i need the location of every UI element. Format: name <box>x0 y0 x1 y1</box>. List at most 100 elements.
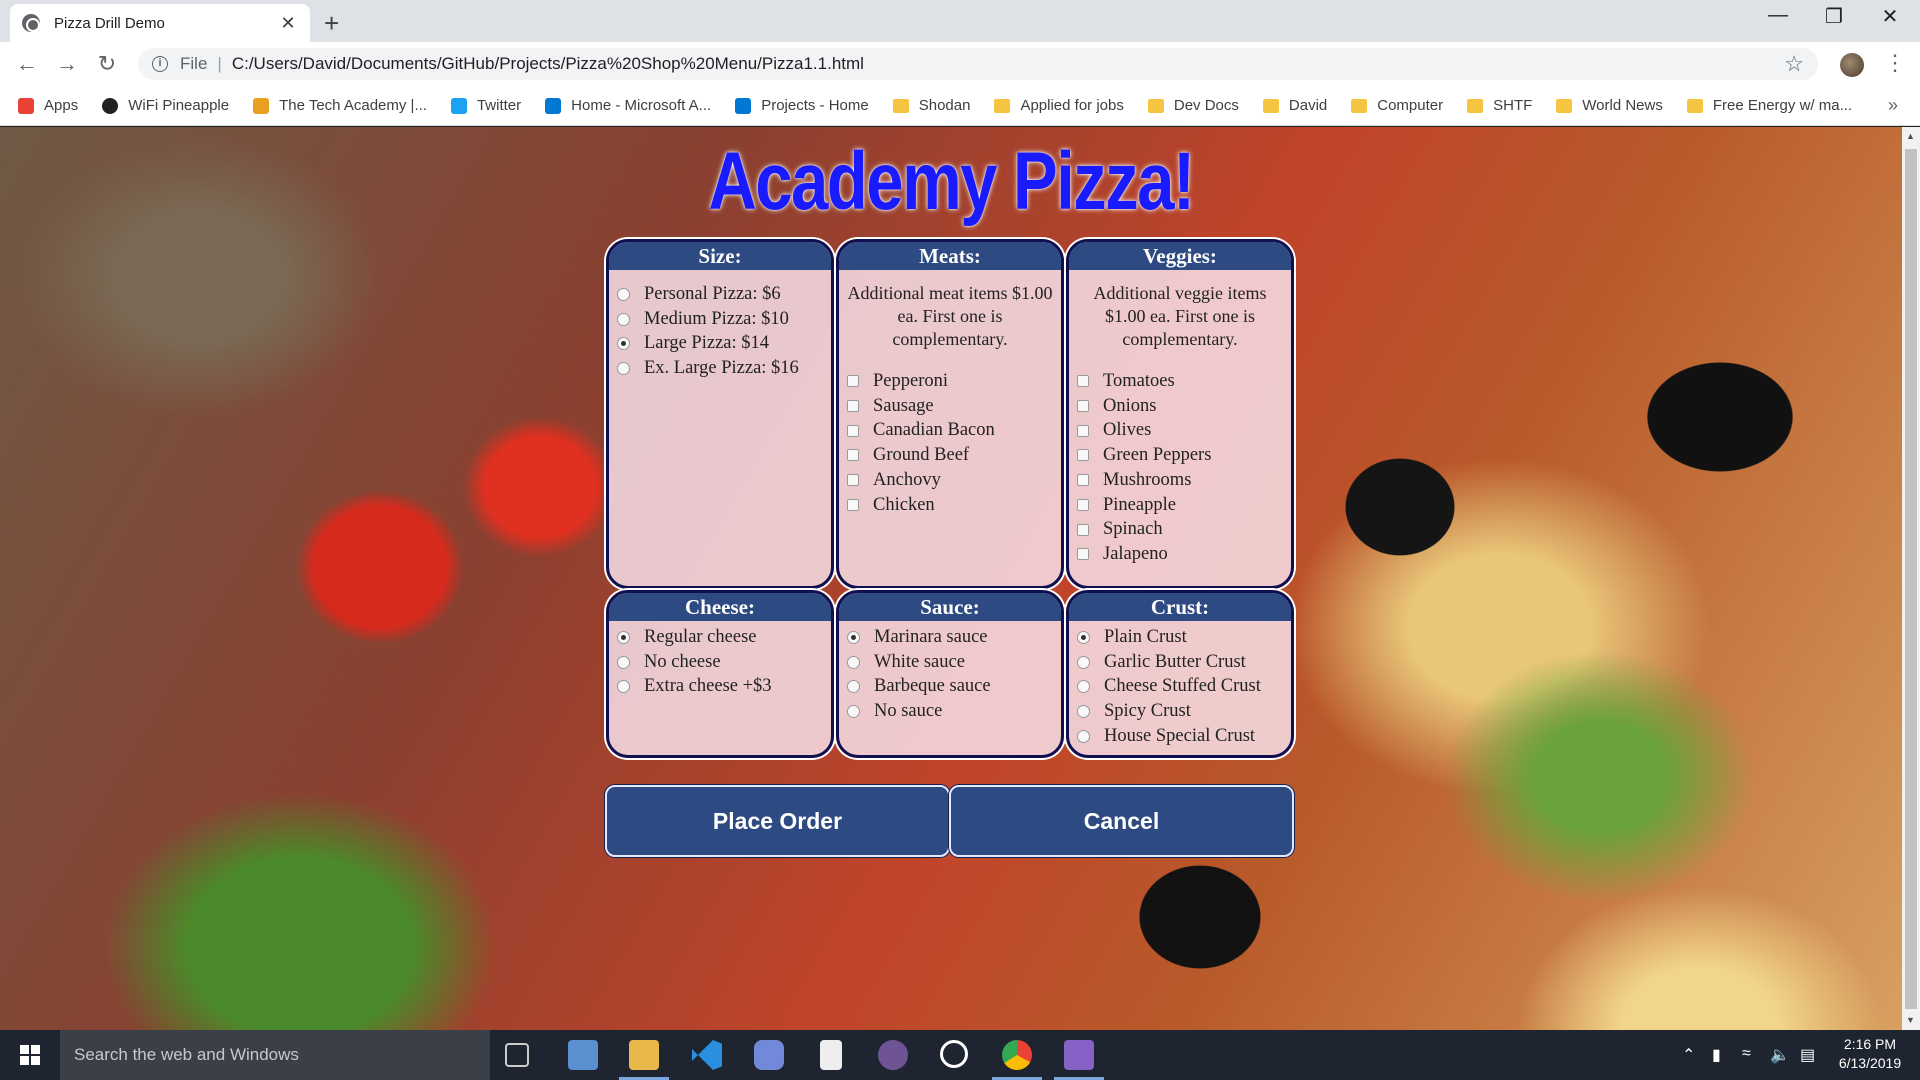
start-button[interactable] <box>0 1030 60 1080</box>
profile-avatar[interactable] <box>1840 53 1864 77</box>
bookmark-item[interactable]: The Tech Academy |... <box>253 97 427 114</box>
meat-option[interactable]: Sausage <box>839 394 1061 419</box>
bookmark-item[interactable]: Dev Docs <box>1147 97 1239 114</box>
window-close-icon[interactable]: ✕ <box>1870 4 1910 29</box>
discord-icon[interactable] <box>754 1040 784 1070</box>
veggie-checkbox[interactable] <box>1077 548 1089 561</box>
bookmark-item[interactable]: Applied for jobs <box>994 97 1124 114</box>
meat-checkbox[interactable] <box>847 375 859 388</box>
browser-tab[interactable]: Pizza Drill Demo ✕ <box>10 4 310 42</box>
veggie-option[interactable]: Tomatoes <box>1069 369 1291 394</box>
size-option[interactable]: Ex. Large Pizza: $16 <box>609 356 831 381</box>
meat-checkbox[interactable] <box>847 474 859 487</box>
cheese-option[interactable]: Extra cheese +$3 <box>609 674 831 699</box>
veggie-checkbox[interactable] <box>1077 523 1089 536</box>
wifi-icon[interactable]: ≈ <box>1742 1045 1751 1063</box>
visual-studio-icon[interactable] <box>1064 1040 1094 1070</box>
size-option[interactable]: Large Pizza: $14 <box>609 331 831 356</box>
minimize-icon[interactable]: — <box>1758 4 1798 27</box>
close-tab-icon[interactable]: ✕ <box>278 13 298 34</box>
veggie-option[interactable]: Mushrooms <box>1069 468 1291 493</box>
veggie-option[interactable]: Spinach <box>1069 517 1291 542</box>
bookmark-item[interactable]: Home - Microsoft A... <box>545 97 711 114</box>
cheese-radio[interactable] <box>617 655 630 669</box>
vscode-icon[interactable] <box>692 1040 722 1070</box>
sauce-radio[interactable] <box>847 630 860 644</box>
reload-icon[interactable]: ↻ <box>92 50 122 78</box>
meat-checkbox[interactable] <box>847 498 859 511</box>
sauce-radio[interactable] <box>847 655 860 669</box>
sauce-option[interactable]: Barbeque sauce <box>839 674 1061 699</box>
sauce-option[interactable]: Marinara sauce <box>839 625 1061 650</box>
veggie-option[interactable]: Jalapeno <box>1069 542 1291 567</box>
size-radio[interactable] <box>617 361 630 375</box>
size-option[interactable]: Personal Pizza: $6 <box>609 282 831 307</box>
veggie-option[interactable]: Green Peppers <box>1069 443 1291 468</box>
size-radio[interactable] <box>617 312 630 326</box>
system-clock[interactable]: 2:16 PM 6/13/2019 <box>1820 1035 1920 1073</box>
size-option[interactable]: Medium Pizza: $10 <box>609 307 831 332</box>
crust-option[interactable]: Spicy Crust <box>1069 699 1291 724</box>
meat-option[interactable]: Ground Beef <box>839 443 1061 468</box>
page-scrollbar[interactable]: ▲ ▼ <box>1902 127 1920 1030</box>
url-text[interactable]: C:/Users/David/Documents/GitHub/Projects… <box>232 54 1784 74</box>
crust-option[interactable]: Plain Crust <box>1069 625 1291 650</box>
sauce-radio[interactable] <box>847 704 860 718</box>
people-icon[interactable] <box>568 1040 598 1070</box>
bookmark-item[interactable]: Computer <box>1351 97 1443 114</box>
restore-icon[interactable]: ❐ <box>1814 4 1854 29</box>
veggie-checkbox[interactable] <box>1077 424 1089 437</box>
bookmark-item[interactable]: WiFi Pineapple <box>102 97 229 114</box>
info-icon[interactable]: i <box>152 56 168 72</box>
bookmark-item[interactable]: Free Energy w/ ma... <box>1686 97 1852 114</box>
bookmark-item[interactable]: Apps <box>18 97 78 114</box>
meat-option[interactable]: Canadian Bacon <box>839 418 1061 443</box>
veggie-checkbox[interactable] <box>1077 449 1089 462</box>
bookmark-item[interactable]: David <box>1262 97 1327 114</box>
menu-dots-icon[interactable]: ⋮ <box>1884 50 1906 76</box>
task-view-icon[interactable] <box>505 1043 529 1067</box>
crust-radio[interactable] <box>1077 704 1090 718</box>
veggie-option[interactable]: Onions <box>1069 394 1291 419</box>
address-bar[interactable]: i File | C:/Users/David/Documents/GitHub… <box>138 48 1818 80</box>
chrome-icon[interactable] <box>1002 1040 1032 1070</box>
crust-option[interactable]: Cheese Stuffed Crust <box>1069 674 1291 699</box>
bookmark-item[interactable]: Projects - Home <box>735 97 869 114</box>
volume-icon[interactable]: 🔈 <box>1770 1045 1790 1065</box>
battery-icon[interactable]: ▮ <box>1712 1045 1721 1065</box>
cheese-radio[interactable] <box>617 630 630 644</box>
bookmark-item[interactable]: Twitter <box>450 97 521 114</box>
back-arrow-icon[interactable]: ← <box>12 50 42 78</box>
forward-arrow-icon[interactable]: → <box>52 50 82 78</box>
notifications-icon[interactable]: ▤ <box>1800 1045 1815 1065</box>
cancel-button[interactable]: Cancel <box>949 785 1294 857</box>
bookmark-item[interactable]: SHTF <box>1467 97 1532 114</box>
cheese-radio[interactable] <box>617 680 630 694</box>
more-bookmarks-icon[interactable]: » <box>1888 95 1898 116</box>
veggie-option[interactable]: Olives <box>1069 418 1291 443</box>
meat-checkbox[interactable] <box>847 400 859 413</box>
veggie-checkbox[interactable] <box>1077 498 1089 511</box>
bookmark-item[interactable]: Shodan <box>892 97 970 114</box>
size-radio[interactable] <box>617 337 630 351</box>
tray-chevron-icon[interactable]: ⌃ <box>1682 1045 1695 1065</box>
crust-radio[interactable] <box>1077 630 1090 644</box>
veggie-checkbox[interactable] <box>1077 400 1089 413</box>
sauce-option[interactable]: No sauce <box>839 699 1061 724</box>
place-order-button[interactable]: Place Order <box>605 785 950 857</box>
cheese-option[interactable]: Regular cheese <box>609 625 831 650</box>
size-radio[interactable] <box>617 287 630 301</box>
sauce-radio[interactable] <box>847 680 860 694</box>
taskbar-search[interactable]: Search the web and Windows <box>60 1030 490 1080</box>
crust-radio[interactable] <box>1077 680 1090 694</box>
scroll-down-icon[interactable]: ▼ <box>1906 1015 1915 1025</box>
scroll-thumb[interactable] <box>1905 149 1917 1009</box>
bookmark-star-icon[interactable]: ☆ <box>1784 51 1804 77</box>
crust-radio[interactable] <box>1077 729 1090 743</box>
cheese-option[interactable]: No cheese <box>609 650 831 675</box>
media-player-icon[interactable] <box>940 1040 968 1068</box>
veggie-checkbox[interactable] <box>1077 375 1089 388</box>
meat-checkbox[interactable] <box>847 449 859 462</box>
veggie-option[interactable]: Pineapple <box>1069 493 1291 518</box>
sauce-option[interactable]: White sauce <box>839 650 1061 675</box>
